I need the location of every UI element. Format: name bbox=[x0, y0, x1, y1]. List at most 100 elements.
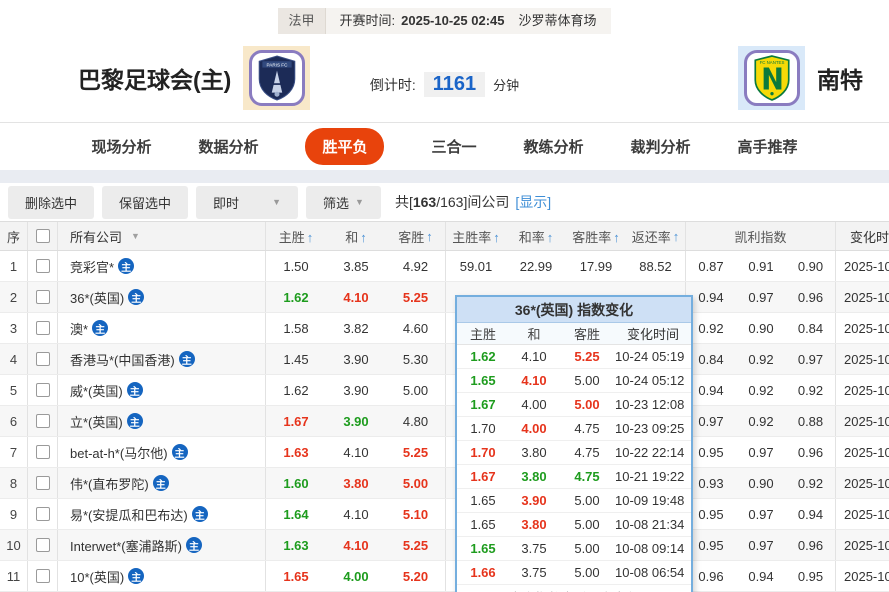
col-header-home-rate[interactable]: 主胜率 ↑ bbox=[446, 227, 506, 246]
col-header-company[interactable]: 所有公司 ▼ bbox=[58, 222, 266, 250]
home-odds[interactable]: 1.67 bbox=[266, 414, 326, 429]
popup-odds-row: 1.67 3.80 4.75 10-21 19:22 bbox=[457, 465, 691, 489]
home-odds[interactable]: 1.63 bbox=[266, 538, 326, 553]
home-odds[interactable]: 1.50 bbox=[266, 259, 326, 274]
draw-odds[interactable]: 3.85 bbox=[326, 259, 386, 274]
popup-away-odds: 5.25 bbox=[574, 349, 600, 364]
popup-draw-odds: 3.80 bbox=[521, 445, 547, 460]
col-header-away-odds[interactable]: 客胜 ↑ bbox=[386, 222, 446, 250]
col-header-draw-rate[interactable]: 和率 ↑ bbox=[506, 227, 566, 246]
home-odds[interactable]: 1.62 bbox=[266, 290, 326, 305]
row-checkbox[interactable] bbox=[35, 414, 50, 428]
draw-odds[interactable]: 3.80 bbox=[326, 476, 386, 491]
tab-三合一[interactable]: 三合一 bbox=[431, 136, 476, 157]
kelly-away: 0.96 bbox=[786, 530, 836, 560]
away-odds[interactable]: 5.10 bbox=[386, 499, 446, 529]
popup-draw-odds: 4.10 bbox=[521, 373, 547, 388]
kelly-home: 0.96 bbox=[698, 568, 724, 584]
col-header-home-odds[interactable]: 主胜 ↑ bbox=[266, 227, 326, 246]
popup-footer-hint[interactable]: 点击指数查看更多变化 bbox=[457, 585, 691, 592]
table-row: 6立*(英国)主1.673.904.800.970.920.882025-10-… bbox=[0, 406, 889, 437]
away-odds[interactable]: 5.20 bbox=[386, 561, 446, 591]
home-odds[interactable]: 1.62 bbox=[266, 383, 326, 398]
tab-胜平负[interactable]: 胜平负 bbox=[305, 128, 385, 165]
popup-away-odds: 4.75 bbox=[574, 421, 600, 436]
draw-odds[interactable]: 4.10 bbox=[326, 507, 386, 522]
draw-odds[interactable]: 3.82 bbox=[326, 321, 386, 336]
home-odds[interactable]: 1.64 bbox=[266, 507, 326, 522]
col-header-away-rate[interactable]: 客胜率 ↑ bbox=[566, 227, 626, 246]
home-odds[interactable]: 1.58 bbox=[266, 321, 326, 336]
away-odds[interactable]: 4.80 bbox=[386, 406, 446, 436]
draw-odds[interactable]: 4.00 bbox=[326, 569, 386, 584]
draw-odds[interactable]: 4.10 bbox=[326, 538, 386, 553]
company-name: bet-at-h*(马尔他) bbox=[70, 445, 168, 461]
company-cell[interactable]: 澳* 主 bbox=[58, 313, 266, 343]
tab-高手推荐[interactable]: 高手推荐 bbox=[738, 136, 798, 157]
away-odds[interactable]: 5.30 bbox=[386, 344, 446, 374]
row-checkbox[interactable] bbox=[35, 476, 50, 490]
company-cell[interactable]: Interwet*(塞浦路斯) 主 bbox=[58, 530, 266, 560]
company-cell[interactable]: 36*(英国) 主 bbox=[58, 282, 266, 312]
draw-odds[interactable]: 4.10 bbox=[326, 290, 386, 305]
away-odds[interactable]: 4.92 bbox=[386, 251, 446, 281]
show-link[interactable]: [显示] bbox=[515, 192, 551, 212]
away-odds[interactable]: 5.25 bbox=[386, 282, 446, 312]
home-odds[interactable]: 1.45 bbox=[266, 352, 326, 367]
away-odds[interactable]: 5.25 bbox=[386, 437, 446, 467]
row-checkbox[interactable] bbox=[35, 290, 50, 304]
col-header-kelly: 凯利指数 bbox=[686, 222, 836, 250]
row-checkbox[interactable] bbox=[35, 445, 50, 459]
away-odds[interactable]: 5.00 bbox=[386, 468, 446, 498]
home-odds[interactable]: 1.63 bbox=[266, 445, 326, 460]
home-odds[interactable]: 1.65 bbox=[266, 569, 326, 584]
row-checkbox-cell bbox=[28, 468, 58, 498]
company-cell[interactable]: 10*(英国) 主 bbox=[58, 561, 266, 591]
tab-数据分析[interactable]: 数据分析 bbox=[198, 136, 258, 157]
select-all-checkbox[interactable] bbox=[35, 229, 50, 243]
tab-教练分析[interactable]: 教练分析 bbox=[524, 136, 584, 157]
tab-裁判分析[interactable]: 裁判分析 bbox=[631, 136, 691, 157]
row-checkbox-cell bbox=[28, 313, 58, 343]
company-name: 立*(英国) bbox=[70, 414, 123, 430]
draw-odds[interactable]: 3.90 bbox=[326, 352, 386, 367]
filter-dropdown[interactable]: 筛选 ▼ bbox=[306, 185, 381, 219]
kelly-home: 0.93 bbox=[698, 475, 724, 491]
row-checkbox[interactable] bbox=[35, 538, 50, 552]
draw-odds[interactable]: 4.10 bbox=[326, 445, 386, 460]
delete-selected-button[interactable]: 删除选中 bbox=[8, 185, 95, 219]
popup-away-odds: 4.75 bbox=[574, 469, 600, 484]
home-odds[interactable]: 1.60 bbox=[266, 476, 326, 491]
row-checkbox-cell bbox=[28, 530, 58, 560]
draw-odds[interactable]: 3.90 bbox=[326, 383, 386, 398]
company-name: 36*(英国) bbox=[70, 290, 125, 306]
away-odds[interactable]: 5.00 bbox=[386, 375, 446, 405]
company-cell[interactable]: 威*(英国) 主 bbox=[58, 375, 266, 405]
kelly-draw: 0.92 bbox=[748, 351, 774, 367]
away-odds[interactable]: 4.60 bbox=[386, 313, 446, 343]
row-checkbox[interactable] bbox=[35, 321, 50, 335]
row-checkbox[interactable] bbox=[35, 383, 50, 397]
countdown-label: 倒计时: bbox=[369, 76, 416, 93]
col-header-draw-odds[interactable]: 和 ↑ bbox=[326, 227, 386, 246]
company-cell[interactable]: 易*(安提瓜和巴布达) 主 bbox=[58, 499, 266, 529]
company-cell[interactable]: 香港马*(中国香港) 主 bbox=[58, 344, 266, 374]
draw-odds[interactable]: 3.90 bbox=[326, 414, 386, 429]
popup-home-odds: 1.67 bbox=[470, 469, 496, 484]
row-checkbox[interactable] bbox=[35, 352, 50, 366]
live-odds-dropdown[interactable]: 即时 ▼ bbox=[196, 185, 299, 219]
row-checkbox[interactable] bbox=[35, 259, 50, 273]
table-row: 7 bet-at-h*(马尔他) 主 1.63 4.10 5.25 0.95 0.97 0.96… bbox=[0, 437, 889, 468]
company-cell[interactable]: 竞彩官* 主 bbox=[58, 251, 266, 281]
company-cell[interactable]: bet-at-h*(马尔他) 主 bbox=[58, 437, 266, 467]
keep-selected-button[interactable]: 保留选中 bbox=[102, 185, 189, 219]
company-cell[interactable]: 立*(英国) 主 bbox=[58, 406, 266, 436]
away-odds[interactable]: 5.25 bbox=[386, 530, 446, 560]
tab-现场分析[interactable]: 现场分析 bbox=[91, 136, 151, 157]
row-checkbox[interactable] bbox=[35, 569, 50, 583]
odds-table: 序 所有公司 ▼ 主胜 ↑ 和 ↑ 客胜 ↑ 主胜率 ↑ 和率 ↑ 客胜率 ↑ 返还率 ↑ 凯… bbox=[0, 221, 889, 592]
col-header-return-rate[interactable]: 返还率 ↑ bbox=[626, 222, 686, 250]
row-checkbox[interactable] bbox=[35, 507, 50, 521]
countdown-value: 1161 bbox=[423, 72, 486, 97]
company-cell[interactable]: 伟*(直布罗陀) 主 bbox=[58, 468, 266, 498]
